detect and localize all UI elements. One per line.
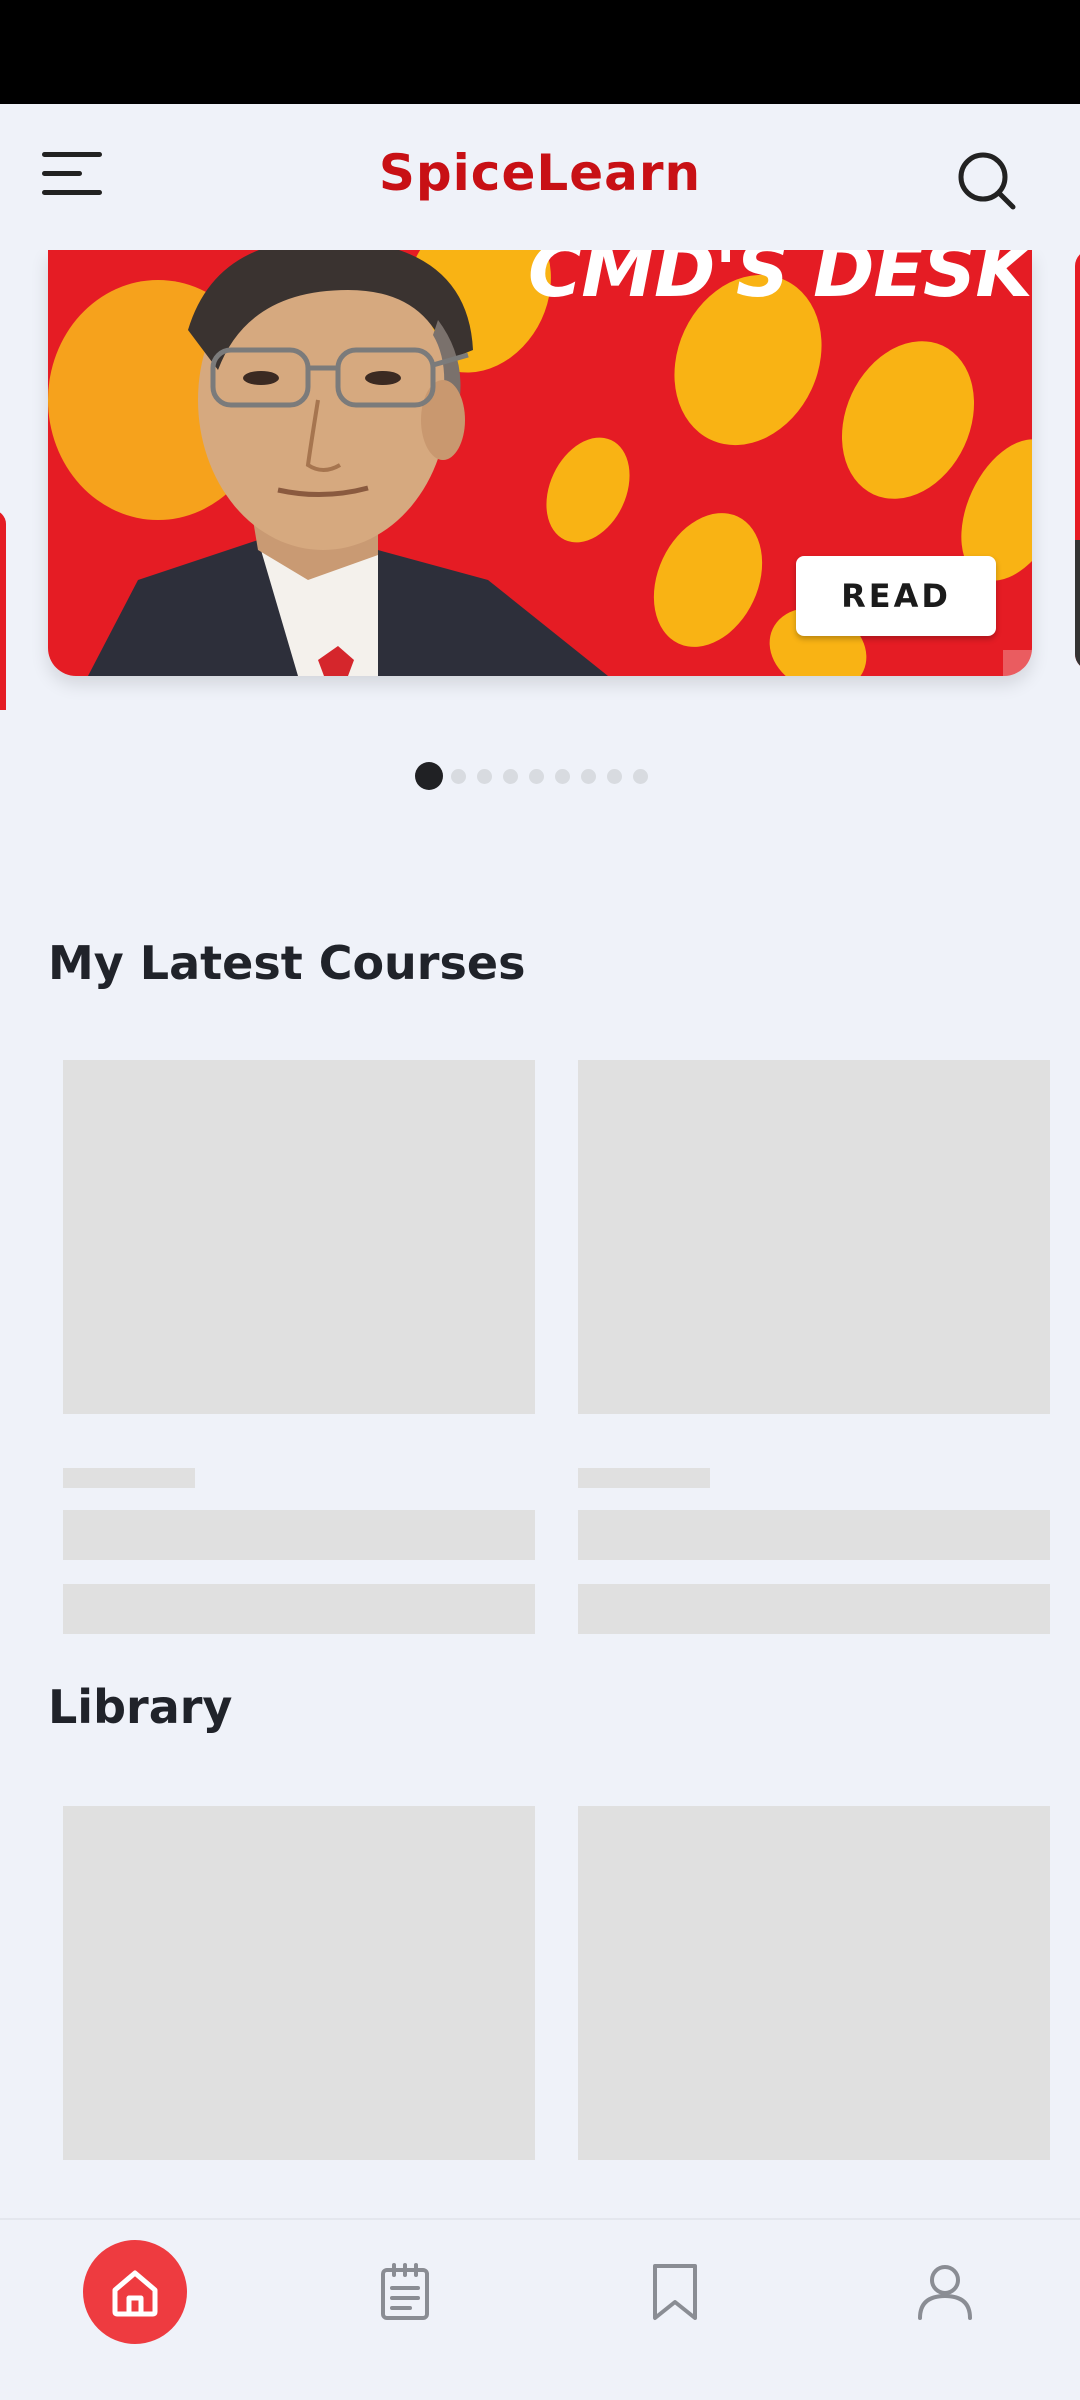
nav-bookmarks[interactable] [623,2240,727,2344]
course-subtitle-placeholder [63,1584,535,1634]
carousel-dot-6[interactable] [555,768,570,784]
carousel-dot-9[interactable] [633,768,648,784]
carousel-dot-7[interactable] [581,768,596,784]
carousel-dot-3[interactable] [477,768,492,784]
library-title: Library [48,1680,233,1734]
app-header: SpiceLearn [0,104,1080,250]
notepad-icon [381,2263,429,2320]
next-slide-peek-band [1075,540,1080,670]
search-icon[interactable] [956,150,1018,212]
read-button[interactable]: READ [796,556,996,636]
previous-slide-peek[interactable] [0,510,6,710]
nav-profile[interactable] [893,2240,997,2344]
carousel-dot-1[interactable] [415,762,443,790]
bottom-navigation [0,2218,1080,2400]
course-subtitle-placeholder [578,1584,1050,1634]
cmd-desk-banner[interactable]: CMD'S DESK READ [48,250,1032,676]
banner-carousel[interactable]: CMD'S DESK READ [0,250,1080,710]
app-title: SpiceLearn [378,144,702,202]
course-meta-placeholder [63,1468,195,1488]
course-card-placeholder[interactable] [63,1060,535,1414]
course-title-placeholder [578,1510,1050,1560]
user-icon [918,2265,972,2320]
status-bar [0,0,1080,104]
carousel-dot-8[interactable] [607,768,622,784]
banner-heading: CMD'S DESK [528,250,1032,314]
nav-notes[interactable] [353,2240,457,2344]
bookmark-icon [653,2264,697,2320]
carousel-pagination [415,762,659,790]
nav-home[interactable] [83,2240,187,2344]
course-meta-placeholder [578,1468,710,1488]
latest-courses-title: My Latest Courses [48,936,526,990]
library-card-placeholder[interactable] [63,1806,535,2160]
course-card-placeholder[interactable] [578,1060,1050,1414]
course-title-placeholder [63,1510,535,1560]
library-card-placeholder[interactable] [578,1806,1050,2160]
home-icon [112,2270,158,2317]
carousel-dot-5[interactable] [529,768,544,784]
carousel-dot-4[interactable] [503,768,518,784]
carousel-dot-2[interactable] [451,768,466,784]
